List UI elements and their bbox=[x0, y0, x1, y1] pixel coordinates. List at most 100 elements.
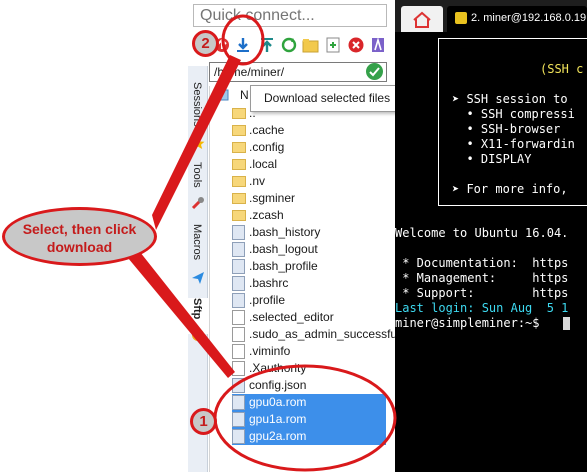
sftp-icon bbox=[191, 328, 205, 342]
file-name: .config bbox=[249, 140, 285, 154]
terminal-line: * Support: https bbox=[395, 286, 569, 300]
path-confirm-icon[interactable] bbox=[366, 63, 383, 80]
file-row[interactable]: gpu1a.rom bbox=[232, 411, 386, 428]
tools-icon bbox=[191, 196, 205, 210]
file-name: .sudo_as_admin_successful bbox=[249, 327, 400, 341]
file-row[interactable]: .selected_editor bbox=[232, 309, 386, 326]
folder-icon bbox=[232, 193, 246, 204]
terminal-cursor bbox=[563, 317, 570, 330]
upload-icon[interactable] bbox=[258, 36, 276, 54]
folder-icon bbox=[232, 108, 246, 119]
file-icon bbox=[232, 310, 245, 325]
terminal-line: Welcome to Ubuntu 16.04. bbox=[395, 226, 569, 240]
file-name: .bash_profile bbox=[249, 259, 318, 273]
refresh-icon[interactable] bbox=[280, 36, 298, 54]
file-row[interactable]: .zcash bbox=[232, 207, 386, 224]
file-name: gpu1a.rom bbox=[249, 412, 307, 426]
file-row[interactable]: .nv bbox=[232, 173, 386, 190]
file-row[interactable]: .bash_logout bbox=[232, 241, 386, 258]
terminal-box-line: ➤ For more info, bbox=[452, 182, 568, 196]
file-name: .bash_logout bbox=[249, 242, 318, 256]
terminal-box-line: • DISPLAY bbox=[452, 152, 532, 166]
delete-icon[interactable] bbox=[347, 36, 365, 54]
file-row[interactable]: gpu0a.rom bbox=[232, 394, 386, 411]
file-row[interactable]: .bash_profile bbox=[232, 258, 386, 275]
folder-icon bbox=[232, 210, 246, 221]
terminal-line: miner@simpleminer:~$ bbox=[395, 316, 547, 330]
folder-icon bbox=[232, 176, 246, 187]
terminal-box-line: • SSH-browser bbox=[452, 122, 561, 136]
file-name: config.json bbox=[249, 378, 307, 392]
file-row[interactable]: .local bbox=[232, 156, 386, 173]
home-icon bbox=[413, 11, 431, 28]
path-field[interactable]: /home/miner/ bbox=[209, 62, 387, 82]
tab-sessions[interactable]: Sessions bbox=[188, 82, 208, 144]
file-name: .sgminer bbox=[249, 191, 296, 205]
file-row[interactable]: .bashrc bbox=[232, 275, 386, 292]
file-name: .selected_editor bbox=[249, 310, 334, 324]
file-name: .local bbox=[249, 157, 278, 171]
file-icon bbox=[232, 344, 245, 359]
step1-badge: 1 bbox=[190, 408, 217, 435]
terminal-box-line: ➤ SSH session to bbox=[452, 92, 568, 106]
file-name: .viminfo bbox=[249, 344, 291, 358]
file-row[interactable]: .config bbox=[232, 139, 386, 156]
file-name: .bashrc bbox=[249, 276, 289, 290]
column-header-name[interactable]: N bbox=[240, 88, 249, 102]
send-icon bbox=[191, 271, 205, 285]
home-tab[interactable] bbox=[401, 6, 443, 32]
tab-tools-label: Tools bbox=[191, 162, 203, 188]
folder-icon bbox=[232, 125, 246, 136]
file-name: .zcash bbox=[249, 208, 284, 222]
file-icon bbox=[232, 395, 245, 410]
file-icon bbox=[232, 242, 245, 257]
file-icon bbox=[232, 327, 245, 342]
terminal-box-line: • SSH compressi bbox=[452, 107, 575, 121]
tab-macros[interactable]: Macros bbox=[188, 224, 208, 268]
file-row[interactable]: .cache bbox=[232, 122, 386, 139]
terminal-line: Last login: Sun Aug 5 1 bbox=[395, 301, 569, 315]
step2-badge: 2 bbox=[192, 30, 219, 57]
terminal-tab[interactable]: 2. miner@192.168.0.19 bbox=[447, 6, 587, 32]
file-icon bbox=[232, 378, 245, 393]
file-row[interactable]: gpu2a.rom bbox=[232, 428, 386, 445]
file-row[interactable]: .sgminer bbox=[232, 190, 386, 207]
file-row[interactable]: .profile bbox=[232, 292, 386, 309]
file-name: .profile bbox=[249, 293, 286, 307]
file-icon bbox=[232, 412, 245, 427]
file-row[interactable]: .sudo_as_admin_successful bbox=[232, 326, 400, 343]
terminal-line: * Documentation: https bbox=[395, 256, 569, 270]
file-name: .bash_history bbox=[249, 225, 321, 239]
terminal-tab-icon bbox=[455, 12, 467, 24]
file-row[interactable]: .Xauthority bbox=[232, 360, 386, 377]
instruction-callout: Select, then click download bbox=[2, 207, 157, 266]
file-icon bbox=[232, 259, 245, 274]
terminal-box-line: (SSH c bbox=[540, 62, 584, 76]
file-icon bbox=[232, 293, 245, 308]
new-folder-icon[interactable] bbox=[302, 36, 320, 54]
quick-connect-input[interactable] bbox=[193, 4, 387, 27]
tab-macros-label: Macros bbox=[191, 224, 203, 261]
file-name: gpu2a.rom bbox=[249, 429, 307, 443]
file-name: .nv bbox=[249, 174, 266, 188]
folder-icon bbox=[232, 159, 246, 170]
terminal-line: * Management: https bbox=[395, 271, 569, 285]
download-tooltip: Download selected files bbox=[250, 85, 412, 112]
star-icon bbox=[191, 136, 205, 150]
file-row[interactable]: config.json bbox=[232, 377, 386, 394]
folder-icon bbox=[232, 142, 246, 153]
file-icon bbox=[232, 361, 245, 376]
file-icon bbox=[232, 276, 245, 291]
terminal-box-line: • X11-forwardin bbox=[452, 137, 575, 151]
download-button[interactable] bbox=[234, 36, 252, 54]
file-name: gpu0a.rom bbox=[249, 395, 307, 409]
file-name: .Xauthority bbox=[249, 361, 307, 375]
terminal-tab-label: 2. miner@192.168.0.19 bbox=[471, 12, 587, 24]
rename-icon[interactable] bbox=[369, 36, 387, 54]
file-row[interactable]: .viminfo bbox=[232, 343, 386, 360]
new-file-icon[interactable] bbox=[324, 36, 342, 54]
tab-sessions-label: Sessions bbox=[191, 82, 203, 127]
file-row[interactable]: .bash_history bbox=[232, 224, 386, 241]
file-icon bbox=[232, 225, 245, 240]
file-icon bbox=[232, 429, 245, 444]
